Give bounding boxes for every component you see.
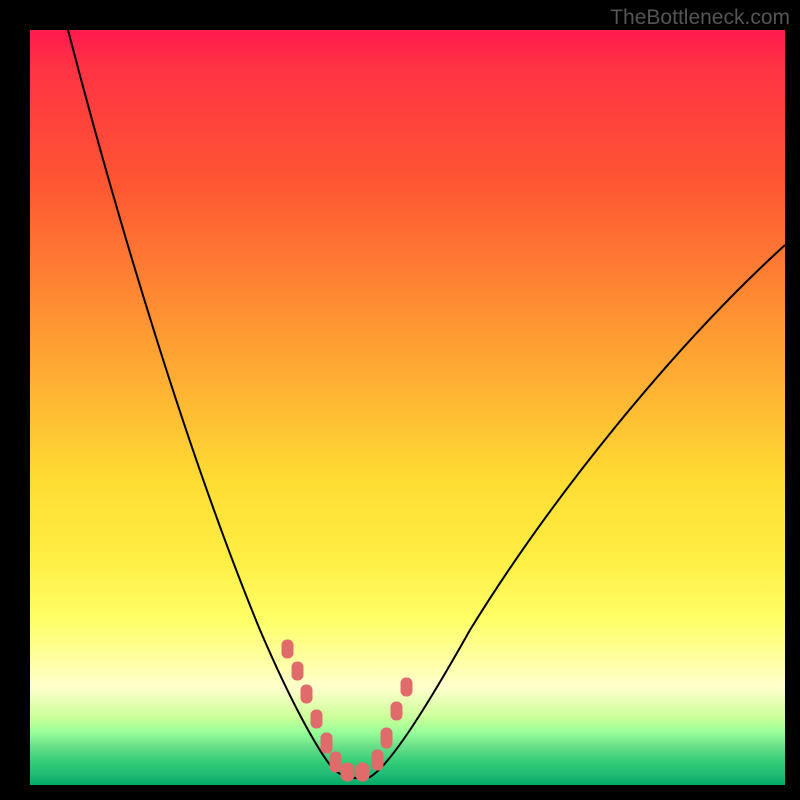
valley-markers — [282, 640, 412, 781]
chart-plot-area — [30, 30, 785, 785]
curve-right-branch — [370, 245, 785, 777]
watermark-text: TheBottleneck.com — [610, 6, 790, 30]
curve-layer — [30, 30, 785, 785]
